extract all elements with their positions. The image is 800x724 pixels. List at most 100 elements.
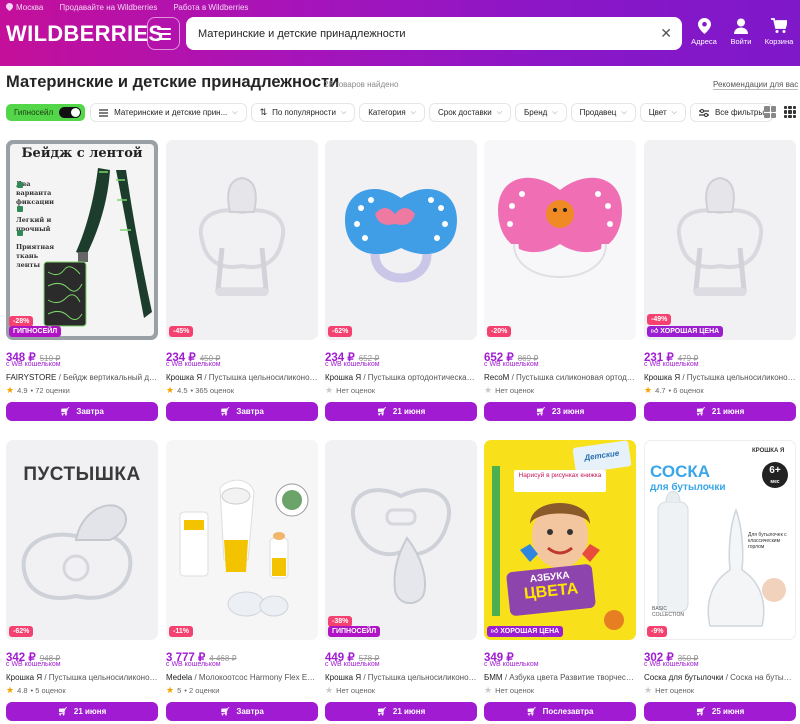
cart-icon: 🛒︎ [526, 707, 537, 716]
cart-icon: 🛒︎ [695, 407, 706, 416]
filter-brand[interactable]: Бренд ⌵ [516, 104, 566, 121]
product-name[interactable]: FAIRYSTORE / Бейдж вертикальный для п... [6, 373, 158, 382]
cart-icon: 🛒︎ [220, 707, 231, 716]
thumb-icon: 👍︎ [651, 328, 661, 335]
promo-badge: 👍︎ ХОРОШАЯ ЦЕНА [487, 626, 564, 637]
wallet-note: с WB кошельком [484, 661, 539, 668]
product-image[interactable]: -62% [325, 140, 477, 340]
add-to-cart-button[interactable]: 🛒︎ Завтра [166, 702, 318, 721]
product-name[interactable]: Крошка Я / Пустышка цельносиликоновая [166, 373, 318, 382]
jobs-link[interactable]: Работа в Wildberries [173, 3, 248, 12]
product-image[interactable]: ПУСТЫШКА -62% [6, 440, 158, 640]
clear-icon[interactable]: ✕ [660, 25, 672, 42]
hypnosale-toggle[interactable]: Гипносейл [6, 104, 86, 121]
discount-badge: -62% [328, 326, 353, 337]
add-to-cart-button[interactable]: 🛒︎ Послезавтра [484, 702, 636, 721]
cart-icon: 🛒︎ [57, 707, 68, 716]
add-to-cart-button[interactable]: 🛒︎ 21 июня [325, 402, 477, 421]
product-image[interactable]: СОСКА для бутылочки КРОШКА Я 6+ мес Для б… [644, 440, 796, 640]
product-rating: ★ Нет оценок [484, 685, 535, 695]
chevron-down-icon: ⌵ [552, 108, 558, 116]
product-image[interactable]: -11% [166, 440, 318, 640]
grid-small-icon[interactable] [784, 106, 796, 118]
add-to-cart-button[interactable]: 🛒︎ 21 июня [644, 402, 796, 421]
filter-category-chip[interactable]: Материнские и детские прин... ⌵ [91, 104, 246, 121]
product-name[interactable]: RecoM / Пустышка силиконовая ортодон... [484, 373, 636, 382]
product-rating: ★ Нет оценок [325, 685, 376, 695]
product-image[interactable]: -38% ГИПНОСЕЙЛ [325, 440, 477, 640]
product-rating: ★ 4.5 • 365 оценок [166, 385, 234, 395]
grid-large-icon[interactable] [764, 106, 776, 118]
discount-badge: -62% [9, 626, 34, 637]
search-input[interactable]: Материнские и детские принадлежности ✕ [186, 17, 682, 50]
cart-icon: 🛒︎ [220, 407, 231, 416]
product-image[interactable]: -45% [166, 140, 318, 340]
addresses-button[interactable]: Адреса [683, 18, 725, 46]
chevron-down-icon: ⌵ [410, 108, 416, 116]
toggle-switch[interactable] [59, 107, 82, 118]
sort-icon: ⇅ [259, 107, 268, 117]
star-icon: ★ [166, 385, 175, 395]
sell-link[interactable]: Продавайте на Wildberries [59, 3, 157, 12]
add-to-cart-button[interactable]: 🛒︎ Завтра [6, 402, 158, 421]
star-icon: ★ [325, 685, 334, 695]
pacifier-illustration [351, 488, 451, 605]
product-rating: ★ 4.9 • 72 оценки [6, 385, 70, 395]
pink-pacifier-illustration [498, 177, 622, 282]
product-name[interactable]: Крошка Я / Пустышка цельносиликонов... [325, 673, 477, 682]
product-rating: ★ Нет оценок [325, 385, 376, 395]
wallet-note: с WB кошельком [6, 661, 61, 668]
add-to-cart-button[interactable]: 🛒︎ 21 июня [6, 702, 158, 721]
logo[interactable]: WILDBERRIES [6, 21, 163, 47]
page-title: Материнские и детские принадлежности [6, 73, 340, 91]
star-icon: ★ [166, 685, 175, 695]
recommendations-link[interactable]: Рекомендации для вас [713, 80, 799, 90]
sort-chip[interactable]: ⇅ По популярности ⌵ [251, 104, 355, 121]
breast-pump-illustration [179, 479, 309, 617]
lanyard-illustration [17, 168, 152, 327]
age-badge: 6+ мес [762, 462, 788, 488]
add-to-cart-button[interactable]: 🛒︎ 23 июня [484, 402, 636, 421]
location-link[interactable]: Москва [6, 3, 43, 12]
cart-button[interactable]: Корзина [758, 18, 800, 46]
cart-icon: 🛒︎ [376, 707, 387, 716]
pacifier-illustration [676, 176, 764, 296]
add-to-cart-button[interactable]: 🛒︎ 25 июня [644, 702, 796, 721]
discount-badge: -9% [647, 626, 668, 637]
product-name[interactable]: Medela / Молокоотсос Harmony Flex Esse..… [166, 673, 318, 682]
filter-seller[interactable]: Продавец ⌵ [571, 104, 635, 121]
product-name[interactable]: Крошка Я / Пустышка цельносиликонов... [6, 673, 158, 682]
search-value: Материнские и детские принадлежности [198, 27, 406, 40]
discount-badge: -49% [647, 314, 672, 325]
login-button[interactable]: Войти [720, 18, 762, 46]
product-name[interactable]: Соска для бутылочки / Соска на бутылоч..… [644, 673, 796, 682]
add-to-cart-button[interactable]: 🛒︎ Завтра [166, 402, 318, 421]
add-to-cart-button[interactable]: 🛒︎ 21 июня [325, 702, 477, 721]
discount-badge: -20% [487, 326, 512, 337]
product-image[interactable]: Бейдж с лентой Два варианта фиксации Лег… [6, 140, 158, 340]
filter-color[interactable]: Цвет ⌵ [640, 104, 685, 121]
menu-button[interactable] [147, 17, 180, 50]
header: Москва Продавайте на Wildberries Работа … [0, 0, 800, 66]
location-icon [697, 18, 711, 34]
all-filters-button[interactable]: Все фильтры [690, 104, 773, 121]
product-image[interactable]: Детские Нарисуй в рисунках книжка АЗБУКА… [484, 440, 636, 640]
product-rating: ★ Нет оценок [484, 385, 535, 395]
wallet-note: с WB кошельком [166, 661, 221, 668]
discount-badge: -45% [169, 326, 194, 337]
filter-delivery[interactable]: Срок доставки ⌵ [429, 104, 511, 121]
product-image[interactable]: -20% [484, 140, 636, 340]
star-icon: ★ [6, 685, 15, 695]
promo-badge: ГИПНОСЕЙЛ [328, 626, 381, 637]
product-name[interactable]: БММ / Азбука цвета Развитие творческ... [484, 673, 636, 682]
product-name[interactable]: Крошка Я / Пустышка ортодонтическая, ... [325, 373, 477, 382]
cart-icon: 🛒︎ [535, 407, 546, 416]
star-icon: ★ [644, 685, 653, 695]
user-icon [734, 18, 748, 34]
promo-badge: 👍︎ ХОРОШАЯ ЦЕНА [647, 326, 724, 337]
filter-category[interactable]: Категория ⌵ [360, 104, 424, 121]
chevron-down-icon: ⌵ [232, 108, 238, 116]
product-image[interactable]: -49% 👍︎ ХОРОШАЯ ЦЕНА [644, 140, 796, 340]
star-icon: ★ [484, 685, 493, 695]
product-name[interactable]: Крошка Я / Пустышка цельносиликоновая [644, 373, 796, 382]
